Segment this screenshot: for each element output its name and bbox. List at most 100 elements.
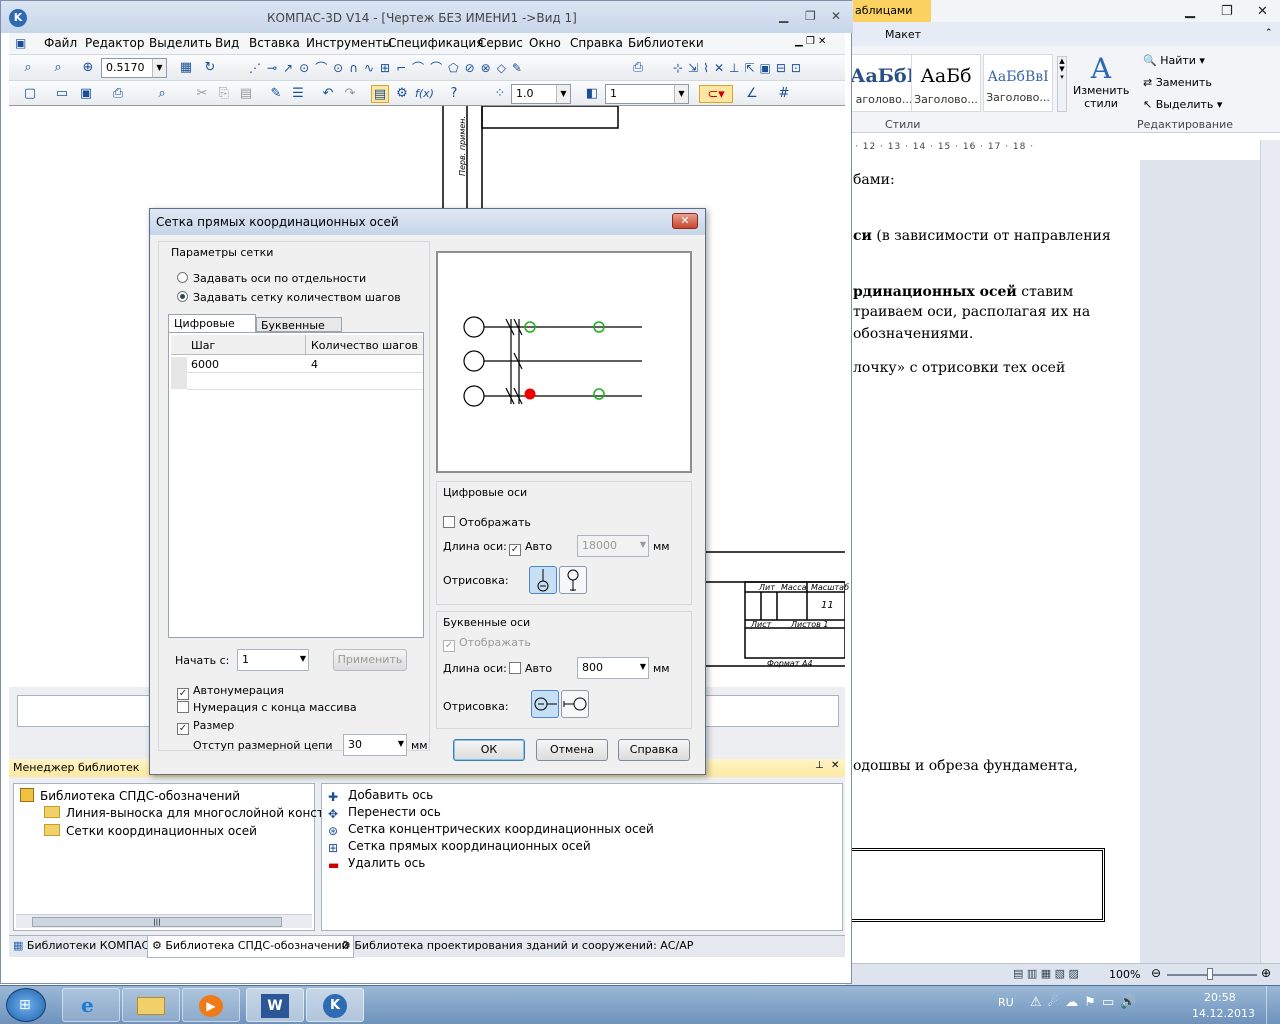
restore-icon[interactable]: ❐ bbox=[805, 9, 816, 23]
tree-item-spds[interactable]: Библиотека СПДС-обозначений bbox=[20, 788, 240, 803]
close-icon[interactable]: ✕ bbox=[831, 760, 839, 771]
tray-icons[interactable]: ⚠☄☁⚑▭🔊 bbox=[1030, 995, 1142, 1010]
layer-combo[interactable]: 1 ▼ bbox=[605, 84, 689, 104]
cut-icon[interactable]: ✂ bbox=[193, 85, 211, 103]
find-button[interactable]: 🔍 Найти ▾ bbox=[1143, 54, 1205, 67]
tree-hscrollbar[interactable]: ||| bbox=[16, 914, 312, 928]
digital-draw-top-button[interactable] bbox=[559, 566, 587, 594]
show-desktop-button[interactable] bbox=[1266, 986, 1280, 1025]
menu-file[interactable]: Файл bbox=[44, 36, 77, 50]
layer-icon[interactable]: ◧ bbox=[583, 85, 601, 103]
cell-count[interactable]: 4 bbox=[311, 358, 318, 371]
close-icon[interactable]: ✕ bbox=[831, 9, 841, 23]
ok-button[interactable]: ОК bbox=[453, 739, 525, 761]
snap-tools-icons[interactable]: ⊹⇲⌇✕⊥⇱▣⊟⊡ bbox=[673, 59, 833, 77]
letter-length-combo[interactable]: 800 ▼ bbox=[577, 657, 649, 679]
zoom-out-icon[interactable]: ⊖ bbox=[1151, 966, 1161, 980]
manager-icon[interactable]: ▤ bbox=[371, 85, 389, 103]
table-row-empty[interactable] bbox=[187, 374, 423, 390]
minimize-icon[interactable]: ▁ bbox=[779, 9, 788, 23]
menu-select[interactable]: Выделить bbox=[149, 36, 212, 50]
menu-libraries[interactable]: Библиотеки bbox=[628, 36, 704, 50]
menu-tools[interactable]: Инструменты bbox=[306, 36, 392, 50]
word-tab-layout[interactable]: Макет bbox=[885, 28, 921, 41]
dim-offset-combo[interactable]: 30 ▼ bbox=[343, 734, 407, 756]
style-heading-2[interactable]: АаБб Заголово... bbox=[911, 54, 981, 112]
doc-icon[interactable]: ▣ bbox=[15, 36, 26, 50]
menu-help[interactable]: Справка bbox=[570, 36, 623, 50]
menu-insert[interactable]: Вставка bbox=[249, 36, 300, 50]
help-cursor-icon[interactable]: ? bbox=[445, 85, 463, 103]
start-button[interactable]: ⊞ bbox=[6, 988, 46, 1022]
zoom-slider-thumb[interactable] bbox=[1207, 968, 1213, 980]
view-buttons[interactable]: ▤ ▥ ▦ ▧ ▨ bbox=[1013, 967, 1079, 980]
taskbar-media[interactable]: ▶ bbox=[182, 988, 240, 1022]
lang-indicator[interactable]: RU bbox=[998, 996, 1014, 1009]
pin-icon[interactable]: ⊥ bbox=[815, 760, 824, 771]
start-from-combo[interactable]: 1 ▼ bbox=[237, 649, 309, 671]
printer-icon[interactable]: ⎙ bbox=[109, 85, 127, 103]
regen-icon[interactable]: ▦ bbox=[177, 59, 195, 77]
cell-step[interactable]: 6000 bbox=[191, 358, 219, 371]
letter-auto-checkbox[interactable]: Авто bbox=[509, 662, 552, 675]
num-from-end-checkbox[interactable]: Нумерация с конца массива bbox=[177, 701, 357, 714]
menu-spec[interactable]: Спецификация bbox=[388, 36, 483, 50]
cmd-concentric-grid[interactable]: ⊛ Сетка концентрических координационных о… bbox=[328, 822, 654, 838]
taskbar-ie[interactable]: e bbox=[62, 988, 120, 1022]
letter-draw-left-button[interactable] bbox=[531, 690, 559, 718]
menu-view[interactable]: Вид bbox=[215, 36, 239, 50]
undo-icon[interactable]: ↶ bbox=[319, 85, 337, 103]
digital-length-combo[interactable]: 18000 ▼ bbox=[577, 535, 649, 557]
help-button[interactable]: Справка bbox=[618, 739, 690, 761]
table-row[interactable]: 6000 4 bbox=[171, 357, 423, 389]
radio-separate[interactable]: Задавать оси по отдельности bbox=[177, 272, 366, 285]
zoom-in-icon[interactable]: ⊕ bbox=[1261, 966, 1271, 980]
apply-button[interactable]: Применить bbox=[333, 649, 407, 671]
replace-button[interactable]: ⇄ Заменить bbox=[1143, 76, 1212, 89]
tab-letter-axes[interactable]: Буквенные оси bbox=[256, 317, 342, 345]
doc-min-icon[interactable]: ▁ ❐ ✕ bbox=[795, 36, 826, 47]
zoom-scale-icon[interactable]: ⌕ bbox=[49, 59, 67, 77]
clock-time[interactable]: 20:58 bbox=[1204, 991, 1236, 1004]
refresh-icon[interactable]: ↻ bbox=[201, 59, 219, 77]
menu-editor[interactable]: Редактор bbox=[85, 36, 144, 50]
zoom-combo[interactable]: 0.5170 ▼ bbox=[101, 58, 167, 78]
word-restore-icon[interactable]: ❐ bbox=[1221, 4, 1233, 19]
styles-scroll[interactable]: ▲ ▼ ▾ bbox=[1057, 56, 1067, 112]
open-folder-icon[interactable]: ▭ bbox=[53, 85, 71, 103]
style-heading-3[interactable]: АаБбВвI Заголово... bbox=[983, 54, 1053, 112]
copy-icon[interactable]: ⎘ bbox=[215, 85, 233, 103]
select-button[interactable]: ↖ Выделить ▾ bbox=[1143, 98, 1222, 111]
cmd-delete-axis[interactable]: ▬ Удалить ось bbox=[328, 856, 425, 872]
cancel-button[interactable]: Отмена bbox=[536, 739, 608, 761]
style-heading-1[interactable]: АаБбВ аголово... bbox=[849, 54, 923, 112]
zoom-level[interactable]: 100% bbox=[1109, 968, 1140, 981]
step-combo[interactable]: 1.0 ▼ bbox=[511, 84, 571, 104]
print-preview-icon[interactable]: ⎙ bbox=[629, 59, 647, 77]
cmd-straight-grid[interactable]: ⊞ Сетка прямых координационных осей bbox=[328, 839, 591, 855]
zoom-in-icon[interactable]: ⊕ bbox=[79, 59, 97, 77]
word-close-icon[interactable]: ✕ bbox=[1257, 4, 1268, 19]
preview-icon[interactable]: ⌕ bbox=[153, 85, 171, 103]
taskbar-explorer[interactable] bbox=[122, 988, 180, 1022]
scroll-thumb[interactable]: ||| bbox=[32, 917, 282, 927]
letter-display-checkbox[interactable]: ✓ Отображать bbox=[443, 636, 531, 652]
brush-icon[interactable]: ✎ bbox=[267, 85, 285, 103]
tree-item-grids[interactable]: Сетки координационных осей bbox=[44, 824, 257, 838]
autonum-checkbox[interactable]: ✓ Автонумерация bbox=[177, 684, 284, 700]
ortho-icon[interactable]: ∠ bbox=[743, 85, 761, 103]
cmd-move-axis[interactable]: ✥ Перенести ось bbox=[328, 805, 441, 821]
lib-tab-kompas[interactable]: ▦ Библиотеки КОМПАС bbox=[13, 939, 149, 952]
digital-draw-bottom-button[interactable] bbox=[529, 566, 557, 594]
radio-steps[interactable]: Задавать сетку количеством шагов bbox=[177, 291, 401, 304]
size-checkbox[interactable]: ✓ Размер bbox=[177, 719, 234, 735]
menu-window[interactable]: Окно bbox=[529, 36, 561, 50]
zoom-window-icon[interactable]: ⌕ bbox=[19, 59, 37, 77]
redo-icon[interactable]: ↷ bbox=[341, 85, 359, 103]
function-icon[interactable]: f(x) bbox=[415, 85, 434, 103]
digital-auto-checkbox[interactable]: ✓ Авто bbox=[509, 540, 552, 556]
word-context-tab[interactable]: аблицами bbox=[845, 0, 931, 22]
variables-icon[interactable]: ⚙ bbox=[393, 85, 411, 103]
magnet-icon[interactable]: ⊂▾ bbox=[699, 85, 733, 103]
step-icon[interactable]: ⁘ bbox=[491, 85, 509, 103]
